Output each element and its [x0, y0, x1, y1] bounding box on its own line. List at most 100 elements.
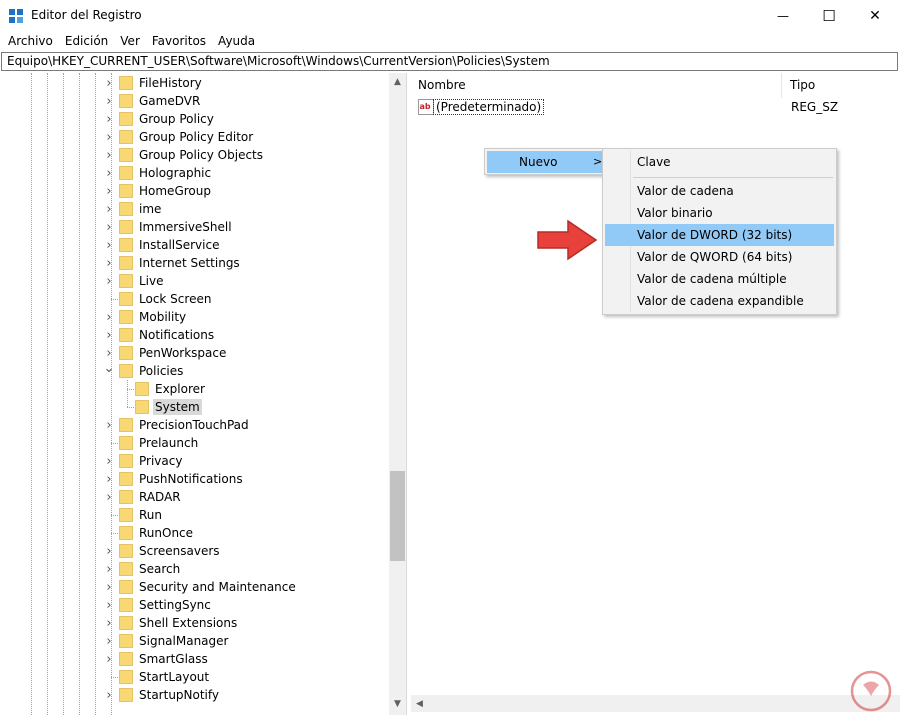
chevron-down-icon[interactable]: ⌄ [104, 359, 115, 377]
chevron-right-icon[interactable]: › [104, 200, 114, 218]
maximize-icon: ☐ [822, 6, 836, 25]
folder-icon [119, 310, 133, 324]
tree-item-label: PrecisionTouchPad [139, 418, 249, 432]
tree-item[interactable]: › HomeGroup [1, 182, 389, 200]
tree-item[interactable]: System [1, 398, 389, 416]
chevron-right-icon[interactable]: › [104, 164, 114, 182]
menu-ayuda[interactable]: Ayuda [212, 31, 261, 51]
menu-archivo[interactable]: Archivo [2, 31, 59, 51]
tree-item[interactable]: ⌄ Policies [1, 359, 389, 380]
tree-item[interactable]: › Group Policy Editor [1, 128, 389, 146]
menu-item-valor-cadena[interactable]: Valor de cadena [605, 180, 834, 202]
tree-item[interactable]: › RADAR [1, 488, 389, 506]
scroll-up-icon[interactable]: ▲ [389, 73, 406, 90]
scroll-down-icon[interactable]: ▼ [389, 695, 406, 712]
tree-item[interactable]: › Live [1, 272, 389, 290]
menu-item-nuevo[interactable]: Nuevo > [487, 151, 603, 173]
chevron-right-icon[interactable]: › [104, 74, 114, 92]
chevron-right-icon[interactable]: › [104, 182, 114, 200]
tree-item[interactable]: › StartupNotify [1, 686, 389, 704]
chevron-right-icon[interactable]: › [104, 488, 114, 506]
tree-item[interactable]: › PenWorkspace [1, 344, 389, 362]
tree-item[interactable]: › Internet Settings [1, 254, 389, 272]
chevron-right-icon[interactable]: › [104, 614, 114, 632]
menu-item-valor-cadena-multiple[interactable]: Valor de cadena múltiple [605, 268, 834, 290]
chevron-right-icon[interactable]: › [104, 218, 114, 236]
tree-item[interactable]: › FileHistory [1, 74, 389, 92]
tree-item[interactable]: › ImmersiveShell [1, 218, 389, 236]
chevron-right-icon[interactable]: › [104, 452, 114, 470]
menu-edicion[interactable]: Edición [59, 31, 114, 51]
minimize-button[interactable]: — [760, 0, 806, 31]
tree-item[interactable]: RunOnce [1, 524, 389, 542]
chevron-right-icon[interactable]: › [104, 110, 114, 128]
chevron-right-icon[interactable]: › [104, 272, 114, 290]
value-name: (Predeterminado) [433, 99, 545, 115]
chevron-right-icon[interactable]: › [104, 92, 114, 110]
tree-item[interactable]: › Screensavers [1, 542, 389, 560]
tree-item[interactable]: › PushNotifications [1, 470, 389, 488]
tree-item-label: Prelaunch [139, 436, 199, 450]
address-bar[interactable]: Equipo\HKEY_CURRENT_USER\Software\Micros… [1, 52, 898, 71]
chevron-right-icon[interactable]: › [104, 236, 114, 254]
tree-item[interactable]: › SignalManager [1, 632, 389, 650]
menu-ver[interactable]: Ver [114, 31, 146, 51]
chevron-right-icon[interactable]: › [104, 308, 114, 326]
tree-item[interactable]: › GameDVR [1, 92, 389, 110]
menu-item-valor-qword[interactable]: Valor de QWORD (64 bits) [605, 246, 834, 268]
tree-item[interactable]: › Mobility [1, 308, 389, 326]
tree-item[interactable]: › Group Policy [1, 110, 389, 128]
tree-item[interactable]: › InstallService [1, 236, 389, 254]
chevron-right-icon[interactable]: › [104, 560, 114, 578]
chevron-right-icon[interactable]: › [104, 542, 114, 560]
chevron-right-icon[interactable]: › [104, 470, 114, 488]
column-header-type[interactable]: Tipo [783, 73, 900, 98]
tree-connector-line [127, 407, 134, 408]
tree-item[interactable]: › ime [1, 200, 389, 218]
tree-item[interactable]: › Search [1, 560, 389, 578]
tree-item[interactable]: › SmartGlass [1, 650, 389, 668]
tree-item[interactable]: › Holographic [1, 164, 389, 182]
tree-item[interactable]: Run [1, 506, 389, 524]
chevron-right-icon[interactable]: › [104, 146, 114, 164]
chevron-right-icon[interactable]: › [104, 632, 114, 650]
menu-favoritos[interactable]: Favoritos [146, 31, 212, 51]
folder-icon [119, 436, 133, 450]
chevron-right-icon[interactable]: › [104, 686, 114, 704]
tree-vertical-scrollbar[interactable]: ▲ ▼ [389, 73, 406, 715]
menu-item-valor-cadena-expandible[interactable]: Valor de cadena expandible [605, 290, 834, 312]
values-horizontal-scrollbar[interactable]: ◀ [411, 695, 900, 712]
tree-item[interactable]: › SettingSync [1, 596, 389, 614]
column-header-name[interactable]: Nombre [411, 73, 782, 98]
menu-item-valor-dword[interactable]: Valor de DWORD (32 bits) [605, 224, 834, 246]
chevron-right-icon[interactable]: › [104, 254, 114, 272]
maximize-button[interactable]: ☐ [806, 0, 852, 31]
tree-item[interactable]: › Notifications [1, 326, 389, 344]
scroll-left-icon[interactable]: ◀ [411, 695, 428, 712]
tree-item[interactable]: › Group Policy Objects [1, 146, 389, 164]
chevron-right-icon[interactable]: › [104, 578, 114, 596]
menu-item-clave[interactable]: Clave [605, 151, 834, 173]
tree-item[interactable]: › Shell Extensions [1, 614, 389, 632]
tree-item[interactable]: Explorer [1, 380, 389, 398]
chevron-right-icon[interactable]: › [104, 326, 114, 344]
tree-item-label: Search [139, 562, 181, 576]
chevron-right-icon[interactable]: › [104, 650, 114, 668]
value-row[interactable]: ab (Predeterminado) REG_SZ [411, 98, 900, 116]
key-tree-pane: › FileHistory › GameDVR › Group Policy › Group … [1, 73, 407, 715]
menu-item-valor-binario[interactable]: Valor binario [605, 202, 834, 224]
chevron-right-icon[interactable]: › [104, 596, 114, 614]
tree-item[interactable]: StartLayout [1, 668, 389, 686]
folder-icon [119, 616, 133, 630]
tree-item[interactable]: › PrecisionTouchPad [1, 416, 389, 434]
tree-connector-line [127, 389, 134, 390]
folder-icon [119, 166, 133, 180]
tree-item[interactable]: Lock Screen [1, 290, 389, 308]
tree-item[interactable]: Prelaunch [1, 434, 389, 452]
tree-item[interactable]: › Security and Maintenance [1, 578, 389, 596]
tree-item[interactable]: › Privacy [1, 452, 389, 470]
close-button[interactable]: ✕ [852, 0, 898, 31]
scroll-thumb[interactable] [390, 471, 405, 561]
chevron-right-icon[interactable]: › [104, 128, 114, 146]
chevron-right-icon[interactable]: › [104, 416, 114, 434]
